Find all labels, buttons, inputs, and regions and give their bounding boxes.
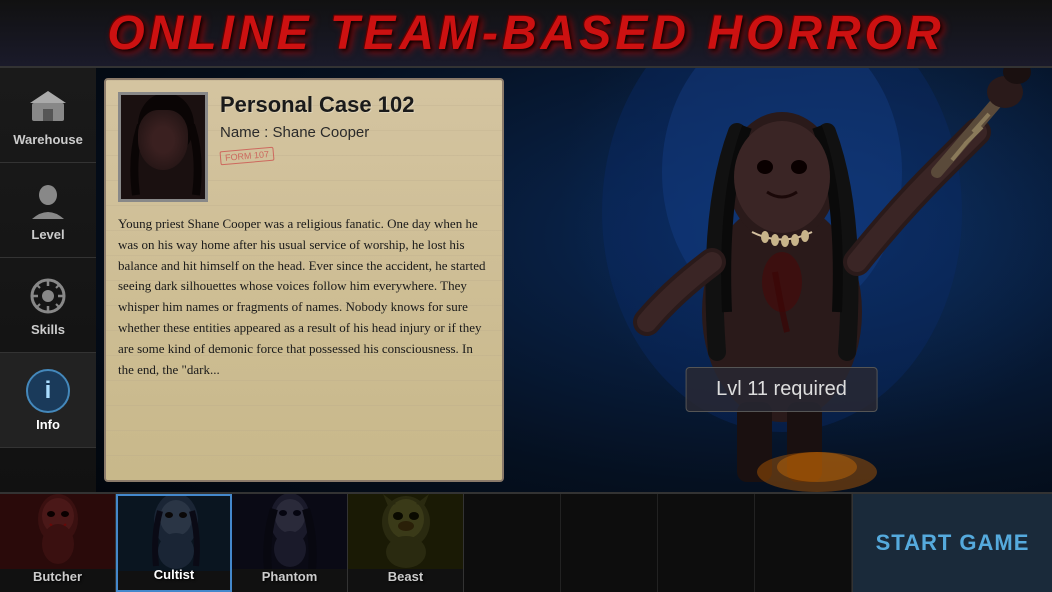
empty-slot-4 bbox=[755, 494, 852, 592]
character-slot-cultist[interactable]: Cultist bbox=[116, 494, 232, 592]
start-game-label: START GAME bbox=[876, 530, 1030, 556]
character-slot-phantom[interactable]: Phantom bbox=[232, 494, 348, 592]
case-number: Personal Case 102 bbox=[220, 92, 490, 118]
beast-portrait bbox=[348, 494, 463, 569]
bottom-bar: Butcher Cultist bbox=[0, 492, 1052, 592]
warehouse-icon bbox=[26, 84, 70, 128]
cultist-portrait bbox=[118, 496, 230, 571]
empty-slot-1 bbox=[464, 494, 561, 592]
case-portrait bbox=[118, 92, 208, 202]
info-icon: i bbox=[26, 369, 70, 413]
main-content: Personal Case 102 Name : Shane Cooper FO… bbox=[96, 68, 1052, 492]
case-body: Young priest Shane Cooper was a religiou… bbox=[118, 214, 490, 380]
case-title-area: Personal Case 102 Name : Shane Cooper FO… bbox=[220, 92, 490, 163]
level-required-text: Lvl 11 required bbox=[716, 378, 847, 400]
phantom-portrait bbox=[232, 494, 347, 569]
character-slot-beast[interactable]: Beast bbox=[348, 494, 464, 592]
title-bar: ONLINE TEAM-BASED HORROR bbox=[0, 0, 1052, 68]
sidebar: Warehouse Level bbox=[0, 68, 96, 492]
warehouse-label: Warehouse bbox=[13, 132, 83, 147]
level-icon bbox=[26, 179, 70, 223]
start-game-button[interactable]: START GAME bbox=[852, 494, 1052, 592]
butcher-portrait bbox=[0, 494, 115, 569]
monster-area: Lvl 11 required bbox=[511, 68, 1052, 492]
case-header: Personal Case 102 Name : Shane Cooper FO… bbox=[118, 92, 490, 202]
case-name: Name : Shane Cooper bbox=[220, 124, 490, 141]
case-stamp: FORM 107 bbox=[219, 147, 274, 166]
phantom-label: Phantom bbox=[262, 569, 318, 584]
sidebar-item-skills[interactable]: Skills bbox=[0, 258, 96, 353]
butcher-label: Butcher bbox=[33, 569, 82, 584]
level-required-badge: Lvl 11 required bbox=[685, 367, 878, 412]
character-slot-butcher[interactable]: Butcher bbox=[0, 494, 116, 592]
game-title: ONLINE TEAM-BASED HORROR bbox=[107, 6, 944, 61]
skills-label: Skills bbox=[31, 322, 65, 337]
cultist-label: Cultist bbox=[154, 567, 194, 582]
empty-slot-3 bbox=[658, 494, 755, 592]
empty-slot-2 bbox=[561, 494, 658, 592]
sidebar-item-warehouse[interactable]: Warehouse bbox=[0, 68, 96, 163]
info-label: Info bbox=[36, 417, 60, 432]
monster-svg-container bbox=[511, 68, 1052, 492]
sidebar-item-info[interactable]: i Info bbox=[0, 353, 96, 448]
case-stamps: FORM 107 bbox=[220, 149, 490, 163]
case-card: Personal Case 102 Name : Shane Cooper FO… bbox=[104, 78, 504, 482]
skills-icon bbox=[26, 274, 70, 318]
level-label: Level bbox=[31, 227, 64, 242]
beast-label: Beast bbox=[388, 569, 423, 584]
portrait-figure bbox=[121, 95, 205, 199]
sidebar-item-level[interactable]: Level bbox=[0, 163, 96, 258]
